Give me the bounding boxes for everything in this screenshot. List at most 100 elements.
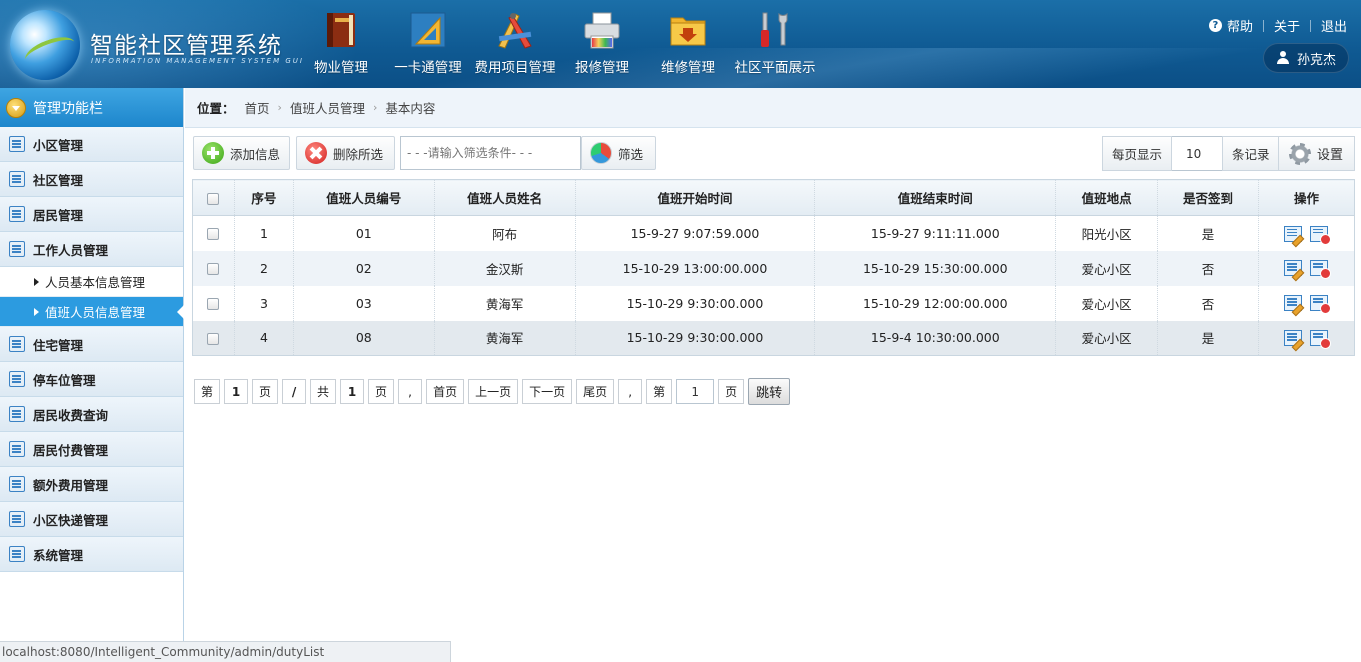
sidebar-item-express[interactable]: 小区快递管理 bbox=[0, 502, 183, 537]
sidebar-subitem-label: 值班人员信息管理 bbox=[45, 305, 146, 320]
cell-end: 15-9-27 9:11:11.000 bbox=[814, 215, 1056, 251]
divider bbox=[1262, 19, 1264, 32]
nav-label: 费用项目管理 bbox=[474, 60, 556, 76]
jump-page-input[interactable] bbox=[676, 379, 715, 404]
delete-row-icon[interactable] bbox=[1310, 260, 1332, 280]
nav-label: 社区平面展示 bbox=[734, 60, 816, 76]
cell-signed: 是 bbox=[1157, 320, 1259, 356]
pager-text: 第 bbox=[646, 379, 673, 404]
cell-name: 金汉斯 bbox=[433, 250, 576, 286]
cell-start: 15-10-29 13:00:00.000 bbox=[574, 250, 815, 286]
breadcrumb-duty[interactable]: 值班人员管理 bbox=[290, 98, 365, 117]
nav-community-map[interactable]: 社区平面展示 bbox=[730, 0, 820, 88]
edit-icon[interactable] bbox=[1284, 330, 1303, 346]
delete-row-icon[interactable] bbox=[1310, 295, 1332, 315]
sidebar-item-extra-fee[interactable]: 额外费用管理 bbox=[0, 467, 183, 502]
pager-text: 共 bbox=[310, 379, 337, 404]
nav-label: 物业管理 bbox=[314, 60, 368, 76]
help-link[interactable]: 帮助 bbox=[1227, 16, 1253, 35]
sidebar-item-label: 小区管理 bbox=[33, 137, 84, 153]
user-menu[interactable]: 孙克杰 bbox=[1263, 43, 1349, 73]
cell-place: 爱心小区 bbox=[1055, 320, 1158, 356]
row-checkbox[interactable] bbox=[207, 332, 220, 345]
caret-right-icon bbox=[34, 277, 39, 286]
jump-button[interactable]: 跳转 bbox=[748, 378, 791, 405]
sidebar-item-payment[interactable]: 居民付费管理 bbox=[0, 432, 183, 467]
sidebar-item-residents[interactable]: 居民管理 bbox=[0, 197, 183, 232]
sidebar-item-label: 小区快递管理 bbox=[33, 512, 109, 528]
column-header: 值班结束时间 bbox=[814, 179, 1056, 216]
delete-row-icon[interactable] bbox=[1310, 330, 1332, 349]
nav-maintenance[interactable]: 维修管理 bbox=[652, 0, 724, 88]
calendar-icon bbox=[9, 511, 25, 527]
pager-text: 页 bbox=[252, 379, 279, 404]
table-row: 1 01 阿布 15-9-27 9:07:59.000 15-9-27 9:11… bbox=[193, 215, 1355, 251]
calendar-icon bbox=[9, 336, 25, 352]
next-page-button[interactable]: 下一页 bbox=[522, 379, 573, 404]
last-page-button[interactable]: 尾页 bbox=[576, 379, 615, 404]
edit-icon[interactable] bbox=[1284, 225, 1303, 242]
nav-card[interactable]: 一卡通管理 bbox=[390, 0, 466, 88]
settings-button[interactable]: 设置 bbox=[1278, 136, 1355, 171]
gear-icon bbox=[1289, 142, 1311, 165]
calendar-icon bbox=[9, 441, 25, 457]
nav-fee-items[interactable]: 费用项目管理 bbox=[470, 0, 560, 88]
edit-icon[interactable] bbox=[1284, 260, 1303, 277]
edit-icon[interactable] bbox=[1284, 295, 1303, 312]
logout-link[interactable]: 退出 bbox=[1321, 16, 1347, 35]
sidebar-item-housing[interactable]: 住宅管理 bbox=[0, 327, 183, 362]
cell-code: 02 bbox=[292, 250, 435, 286]
cell-name: 阿布 bbox=[433, 215, 576, 251]
sidebar-subitem-duty-staff[interactable]: 值班人员信息管理 bbox=[0, 297, 184, 327]
per-page-input[interactable] bbox=[1172, 136, 1223, 171]
breadcrumb-current: 基本内容 bbox=[385, 101, 436, 116]
sidebar-item-parking[interactable]: 停车位管理 bbox=[0, 362, 183, 397]
column-header: 值班地点 bbox=[1055, 179, 1158, 216]
delete-selected-button[interactable]: 删除所选 bbox=[296, 136, 395, 170]
first-page-button[interactable]: 首页 bbox=[426, 379, 465, 404]
sidebar-item-fee-query[interactable]: 居民收费查询 bbox=[0, 397, 183, 432]
sidebar-subitem-staff-basic[interactable]: 人员基本信息管理 bbox=[0, 267, 183, 297]
prev-page-button[interactable]: 上一页 bbox=[468, 379, 519, 404]
edit-icon bbox=[9, 206, 25, 222]
nav-repair-report[interactable]: 报修管理 bbox=[566, 0, 638, 88]
cell-place: 阳光小区 bbox=[1055, 215, 1158, 251]
add-button-label: 添加信息 bbox=[230, 146, 281, 162]
row-checkbox[interactable] bbox=[207, 263, 220, 275]
sidebar-item-staff[interactable]: 工作人员管理 bbox=[0, 232, 183, 267]
nav-property[interactable]: 物业管理 bbox=[305, 0, 377, 88]
cell-signed: 否 bbox=[1157, 250, 1259, 286]
pager-text: / bbox=[282, 379, 307, 404]
chevron-right-icon: › bbox=[372, 101, 378, 114]
row-checkbox[interactable] bbox=[207, 228, 220, 241]
pie-chart-icon bbox=[590, 142, 612, 164]
records-label: 条记录 bbox=[1222, 136, 1280, 171]
caret-right-icon bbox=[34, 307, 39, 316]
delete-row-icon[interactable] bbox=[1310, 225, 1332, 245]
globe-logo-icon bbox=[10, 10, 80, 80]
sidebar-item-label: 居民付费管理 bbox=[33, 442, 109, 458]
sidebar: 管理功能栏 小区管理 社区管理 居民管理 工作人员管理 人员基本信息管理 值班人… bbox=[0, 88, 184, 662]
sidebar-item-community[interactable]: 社区管理 bbox=[0, 162, 183, 197]
list-icon bbox=[9, 136, 25, 152]
tools-icon bbox=[761, 12, 788, 47]
nav-label: 报修管理 bbox=[575, 60, 629, 76]
cell-name: 黄海军 bbox=[433, 320, 576, 356]
sidebar-title: 管理功能栏 bbox=[33, 100, 103, 117]
pager-text: 页 bbox=[718, 379, 745, 404]
sidebar-header[interactable]: 管理功能栏 bbox=[0, 88, 183, 127]
calendar-icon bbox=[9, 546, 25, 562]
sidebar-item-system[interactable]: 系统管理 bbox=[0, 537, 183, 572]
row-checkbox[interactable] bbox=[207, 298, 220, 310]
breadcrumb: 位置： 首页 › 值班人员管理 › 基本内容 bbox=[185, 88, 1361, 128]
pager-text: , bbox=[618, 379, 643, 404]
sidebar-item-community-area[interactable]: 小区管理 bbox=[0, 127, 183, 162]
filter-button[interactable]: 筛选 bbox=[581, 136, 656, 170]
about-link[interactable]: 关于 bbox=[1274, 16, 1300, 35]
add-button[interactable]: 添加信息 bbox=[193, 136, 290, 170]
column-header: 是否签到 bbox=[1157, 179, 1259, 216]
cell-end: 15-10-29 15:30:00.000 bbox=[814, 250, 1056, 286]
select-all-checkbox[interactable] bbox=[207, 192, 220, 205]
filter-input[interactable] bbox=[400, 136, 581, 170]
breadcrumb-home[interactable]: 首页 bbox=[245, 98, 270, 117]
